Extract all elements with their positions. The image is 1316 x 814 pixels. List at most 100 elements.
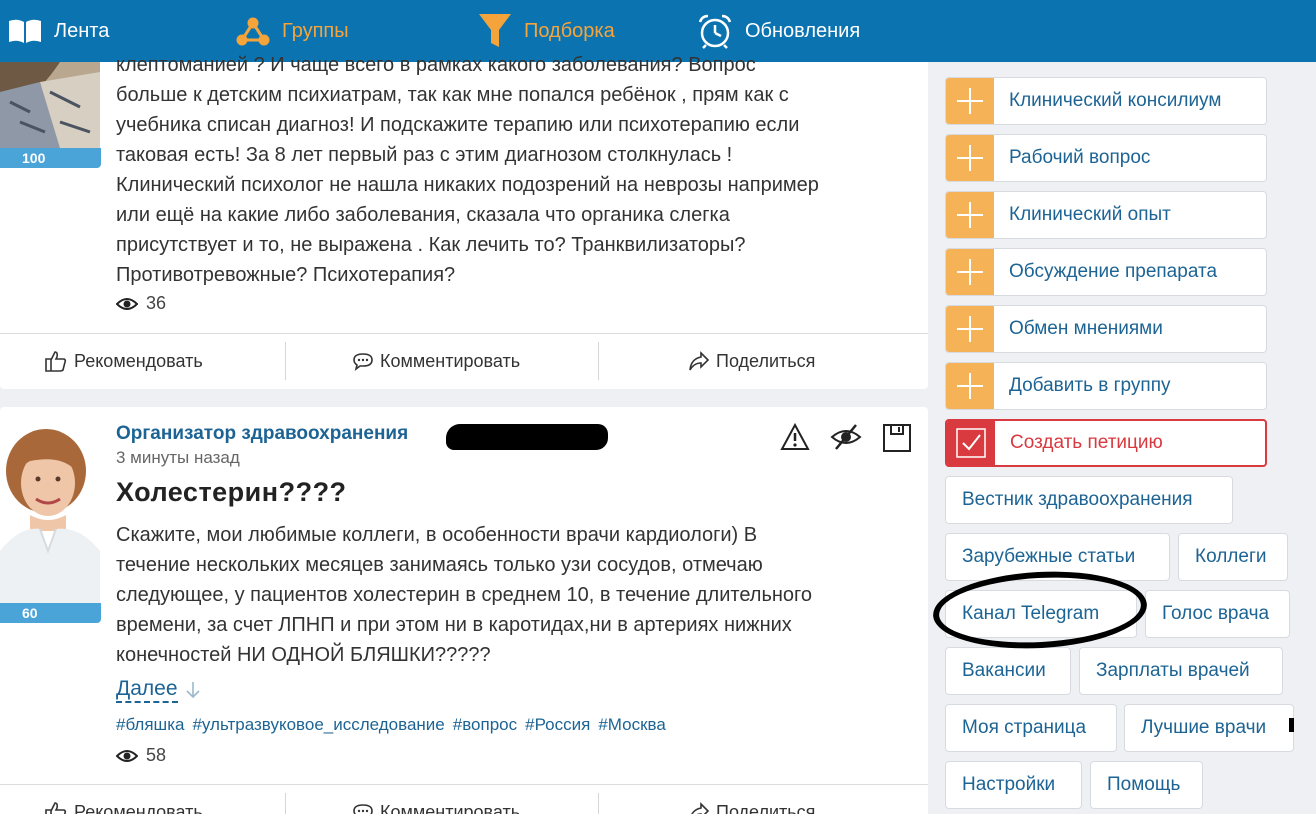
- comment-button[interactable]: Комментировать: [352, 785, 520, 814]
- drug-discussion-button[interactable]: Обсуждение препарата: [945, 248, 1267, 296]
- plus-icon: [946, 192, 994, 238]
- post-text-line: таковая есть! За 8 лет первый раз с этим…: [116, 144, 733, 166]
- view-count: 36: [116, 293, 166, 314]
- share-button[interactable]: Поделиться: [688, 334, 815, 388]
- settings-link[interactable]: Настройки: [945, 761, 1082, 809]
- clinical-council-button[interactable]: Клинический консилиум: [945, 77, 1267, 125]
- read-more-label: Далее: [116, 677, 178, 703]
- post-text-line: Противотревожные? Психотерапия?: [116, 264, 456, 286]
- post-text-line: течение нескольких месяцев занимаясь тол…: [116, 554, 763, 576]
- post-title[interactable]: Холестерин????: [116, 477, 347, 508]
- tag-link[interactable]: #вопрос: [453, 715, 517, 735]
- post-text-line: больше к детским психиатрам, так как мне…: [116, 84, 789, 106]
- create-petition-button[interactable]: Создать петицию: [945, 419, 1267, 467]
- nav-selection-label: Подборка: [524, 19, 615, 42]
- plus-icon: [946, 135, 994, 181]
- post-text-line: Скажите, мои любимые коллеги, в особенно…: [116, 524, 758, 546]
- avatar-photo: [0, 421, 100, 603]
- book-icon: [9, 19, 41, 43]
- help-link[interactable]: Помощь: [1090, 761, 1203, 809]
- comment-icon: [353, 353, 373, 371]
- post-body: Скажите, мои любимые коллеги, в особенно…: [116, 520, 906, 670]
- view-count: 58: [116, 745, 166, 766]
- author-name[interactable]: Организатор здравоохранения: [116, 423, 408, 445]
- post-text-line: следующее, у пациентов холестерин в сред…: [116, 584, 813, 606]
- plus-icon: [946, 306, 994, 352]
- recommend-label: Рекомендовать: [74, 801, 203, 814]
- comment-label: Комментировать: [380, 801, 521, 814]
- plus-icon: [946, 249, 994, 295]
- eye-icon: [116, 297, 138, 310]
- button-label: Клинический консилиум: [1009, 90, 1222, 111]
- best-doctors-link[interactable]: Лучшие врачи: [1124, 704, 1294, 752]
- vacancies-link[interactable]: Вакансии: [945, 647, 1071, 695]
- tag-link[interactable]: #бляшка: [116, 715, 184, 735]
- post-actions: Рекомендовать Комментировать Поделиться: [0, 784, 928, 814]
- checkmark-icon: [947, 420, 995, 466]
- share-arrow-icon: [689, 351, 710, 371]
- recommend-label: Рекомендовать: [74, 350, 203, 371]
- hide-eye-icon[interactable]: [830, 423, 862, 451]
- button-label: Обмен мнениями: [1009, 318, 1163, 339]
- nav-updates-label: Обновления: [745, 19, 861, 42]
- tag-list: #бляшка #ультразвуковое_исследование #во…: [116, 715, 666, 735]
- work-question-button[interactable]: Рабочий вопрос: [945, 134, 1267, 182]
- add-to-group-button[interactable]: Добавить в группу: [945, 362, 1267, 410]
- post-text-line: присутствует и то, не выражена . Как леч…: [116, 234, 746, 256]
- comment-button[interactable]: Комментировать: [352, 334, 520, 388]
- button-label: Добавить в группу: [1009, 375, 1171, 396]
- recommend-button[interactable]: Рекомендовать: [44, 334, 203, 388]
- network-icon: [236, 17, 270, 46]
- nav-feed[interactable]: Лента: [8, 0, 109, 62]
- opinion-exchange-button[interactable]: Обмен мнениями: [945, 305, 1267, 353]
- action-divider: [285, 793, 286, 814]
- tag-link[interactable]: #ультразвуковое_исследование: [192, 715, 444, 735]
- view-count-value: 58: [146, 745, 167, 765]
- feed-post: 60 Организатор здравоохранения 3 минуты …: [0, 407, 928, 814]
- doctor-voice-link[interactable]: Голос врача: [1145, 590, 1290, 638]
- health-bulletin-link[interactable]: Вестник здравоохранения: [945, 476, 1233, 524]
- clinical-experience-button[interactable]: Клинический опыт: [945, 191, 1267, 239]
- button-label: Клинический опыт: [1009, 204, 1171, 225]
- feed-post: 100 клептоманией ? И чаще всего в рамках…: [0, 54, 928, 389]
- plus-icon: [946, 78, 994, 124]
- doctor-salaries-link[interactable]: Зарплаты врачей: [1079, 647, 1283, 695]
- read-more-link[interactable]: Далее: [116, 677, 202, 703]
- share-button[interactable]: Поделиться: [688, 785, 815, 814]
- tag-link[interactable]: #Россия: [525, 715, 590, 735]
- author-avatar[interactable]: 100: [0, 62, 101, 168]
- alarm-clock-icon: [698, 14, 732, 49]
- nav-groups-label: Группы: [282, 19, 349, 42]
- comment-label: Комментировать: [380, 350, 521, 371]
- tag-link[interactable]: #Москва: [598, 715, 666, 735]
- post-text-line: Клинический психолог не нашла никаких по…: [116, 174, 819, 196]
- arrow-down-icon: [185, 682, 200, 699]
- share-label: Поделиться: [716, 350, 816, 371]
- my-page-link[interactable]: Моя страница: [945, 704, 1117, 752]
- action-divider: [598, 793, 599, 814]
- post-text-line: или ещё на какие либо заболевания, сказа…: [116, 204, 730, 226]
- recommend-button[interactable]: Рекомендовать: [44, 785, 203, 814]
- view-count-value: 36: [146, 293, 167, 313]
- black-mark: [1289, 718, 1294, 732]
- warning-icon[interactable]: [780, 423, 810, 451]
- post-text-line: времени, за счет ЛПНП и при этом ни в ка…: [116, 614, 792, 636]
- eye-icon: [116, 749, 138, 762]
- save-icon[interactable]: [882, 423, 912, 453]
- filter-icon: [479, 14, 511, 47]
- post-actions: Рекомендовать Комментировать Поделиться: [0, 333, 928, 387]
- avatar-photo: [0, 62, 100, 148]
- button-label: Создать петицию: [1010, 432, 1163, 453]
- thumbs-up-icon: [45, 351, 67, 372]
- telegram-channel-link[interactable]: Канал Telegram: [945, 590, 1137, 638]
- foreign-articles-link[interactable]: Зарубежные статьи: [945, 533, 1170, 581]
- post-body: клептоманией ? И чаще всего в рамках как…: [116, 50, 906, 290]
- colleagues-link[interactable]: Коллеги: [1178, 533, 1288, 581]
- post-text-line: конечностей НИ ОДНОЙ БЛЯШКИ?????: [116, 644, 491, 666]
- nav-feed-label: Лента: [54, 19, 110, 42]
- comment-icon: [353, 804, 373, 814]
- author-avatar[interactable]: 60: [0, 421, 101, 623]
- share-label: Поделиться: [716, 801, 816, 814]
- button-label: Рабочий вопрос: [1009, 147, 1151, 168]
- action-divider: [285, 342, 286, 380]
